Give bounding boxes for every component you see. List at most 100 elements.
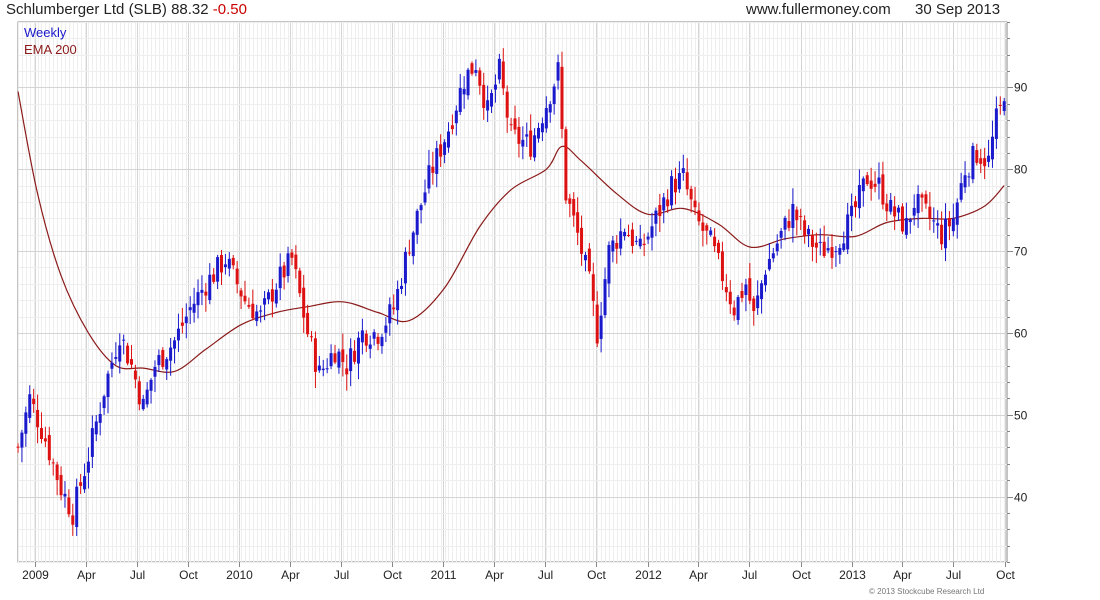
candle-body: [353, 350, 357, 362]
candle-body: [415, 210, 419, 235]
candle-body: [141, 398, 145, 410]
candle-body: [306, 312, 310, 335]
candle-body: [321, 368, 325, 371]
candle-body: [705, 225, 709, 231]
candle-body: [482, 84, 486, 108]
candle-body: [83, 476, 87, 490]
candle-body: [689, 188, 693, 200]
candle-body: [752, 298, 756, 312]
candle-body: [947, 218, 951, 227]
candle-body: [893, 206, 897, 217]
candle-body: [967, 176, 971, 178]
candle-body: [153, 366, 157, 377]
candle-body: [466, 69, 470, 96]
candle-body: [145, 389, 149, 405]
copyright-credit: © 2013 Stockcube Research Ltd: [869, 587, 985, 596]
candle-body: [161, 350, 165, 367]
x-tick-label: Oct: [996, 568, 1015, 582]
candle-body: [470, 63, 474, 74]
candle-body: [310, 336, 314, 338]
candle-body: [282, 265, 286, 278]
candle-body: [266, 292, 270, 300]
candle-body: [564, 129, 568, 201]
candlestick-chart: 2009 Apr Jul Oct 2010 Apr Jul Oct 2011 Apr Jul Oct 2…: [16, 21, 1028, 582]
candle-body: [533, 135, 537, 158]
candle-body: [568, 198, 572, 204]
candle-body: [619, 231, 623, 249]
candle-body: [24, 412, 28, 434]
y-tick-label: 90: [1014, 81, 1028, 95]
x-tick-label: Jul: [538, 568, 553, 582]
candle-body: [176, 328, 180, 341]
candle-body: [423, 192, 427, 203]
candle-body: [971, 145, 975, 180]
candle-body: [552, 86, 556, 105]
candle-body: [627, 234, 631, 236]
candle-body: [212, 274, 216, 282]
candle-body: [681, 168, 685, 173]
candle-body: [529, 130, 533, 157]
candle-body: [881, 174, 885, 205]
candle-body: [439, 144, 443, 157]
candle-body: [47, 435, 51, 461]
candle-body: [67, 497, 71, 515]
candle-body: [556, 62, 560, 81]
candle-body: [666, 199, 670, 207]
candle-body: [987, 155, 991, 162]
candle-body: [220, 254, 224, 273]
legend-weekly: Weekly: [24, 25, 67, 40]
candle-body: [885, 203, 889, 212]
candle-body: [126, 345, 130, 364]
candle-body: [450, 125, 454, 130]
candle-body: [313, 338, 317, 372]
candle-body: [838, 248, 842, 255]
candle-body: [345, 368, 349, 375]
candle-body: [583, 254, 587, 261]
y-tick-label: 70: [1014, 245, 1028, 259]
candle-body: [372, 332, 376, 339]
candle-body: [936, 223, 940, 226]
candle-body: [278, 266, 282, 289]
candle-body: [951, 218, 955, 232]
candle-body: [736, 297, 740, 320]
candle-body: [435, 148, 439, 174]
candle-body: [290, 252, 294, 258]
candle-body: [255, 311, 259, 322]
candle-body: [955, 202, 959, 225]
candle-body: [744, 284, 748, 296]
candle-body: [975, 150, 979, 163]
candle-body: [540, 123, 544, 133]
candle-body: [90, 428, 94, 457]
candle-body: [850, 205, 854, 217]
candle-body: [486, 100, 490, 111]
candle-body: [149, 379, 153, 391]
candle-body: [979, 158, 983, 164]
candle-body: [889, 199, 893, 212]
candle-body: [908, 219, 912, 223]
x-tick-label: Oct: [587, 568, 606, 582]
x-tick-label: 2009: [22, 568, 49, 582]
candle-body: [897, 207, 901, 213]
candle-body: [98, 414, 102, 423]
candle-down: [126, 342, 130, 366]
candle-body: [137, 381, 141, 405]
candle-body: [748, 278, 752, 301]
candle-body: [223, 264, 227, 268]
candle-down: [298, 267, 302, 297]
candle-body: [877, 177, 881, 184]
candle-body: [548, 104, 552, 113]
candle-body: [916, 193, 920, 214]
candle-body: [270, 289, 274, 302]
candle-body: [994, 108, 998, 139]
x-tick-label: 2012: [635, 568, 662, 582]
y-tick-label: 80: [1014, 163, 1028, 177]
candle-body: [458, 88, 462, 112]
candle-body: [1002, 101, 1006, 112]
candle-body: [493, 84, 497, 90]
candle-body: [803, 220, 807, 236]
candle-body: [607, 244, 611, 284]
candle-body: [685, 172, 689, 190]
candle-down: [470, 61, 474, 76]
candle-body: [963, 175, 967, 188]
candle-up: [971, 142, 975, 184]
